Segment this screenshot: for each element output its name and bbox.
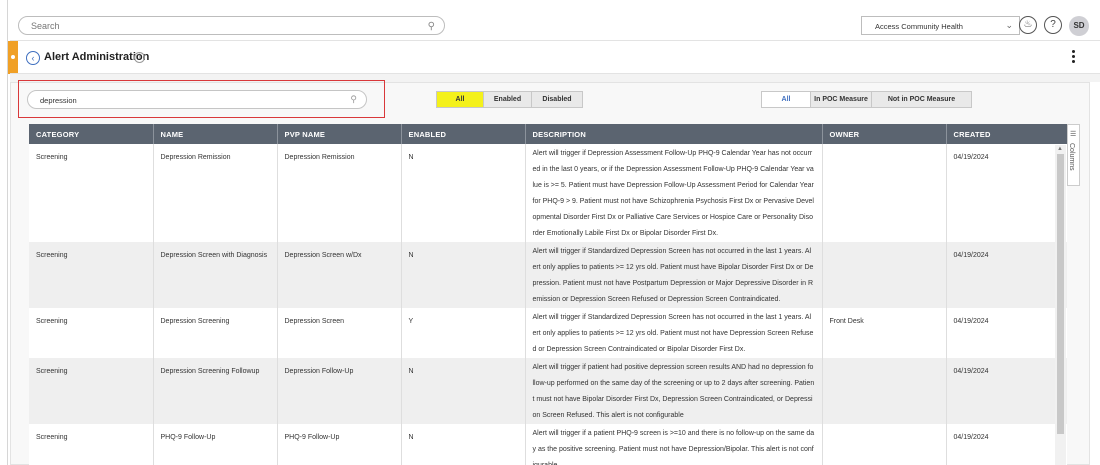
column-header-description[interactable]: DESCRIPTION <box>525 124 823 144</box>
status-enabled-button[interactable]: Enabled <box>484 92 532 107</box>
poc-all-button[interactable]: All <box>762 92 811 107</box>
column-header-enabled[interactable]: ENABLED <box>401 124 526 144</box>
cell-name: Depression Remission <box>153 144 278 242</box>
cell-created: 04/19/2024 <box>946 358 1067 424</box>
page-header: ‹ Alert Administration i <box>10 41 1100 74</box>
alert-search-input[interactable]: depression ⚲ <box>27 90 367 109</box>
column-header-owner[interactable]: OWNER <box>822 124 947 144</box>
cell-category: Screening <box>29 424 154 465</box>
avatar[interactable]: SD <box>1069 16 1089 36</box>
cell-name: Depression Screening <box>153 308 278 358</box>
cell-enabled: N <box>401 144 526 242</box>
cell-pvp-name: Depression Screen w/Dx <box>277 242 402 308</box>
poc-in-measure-button[interactable]: In POC Measure <box>811 92 872 107</box>
status-disabled-button[interactable]: Disabled <box>532 92 582 107</box>
help-symbol: ? <box>1050 19 1056 30</box>
columns-icon: ☰ <box>1070 131 1077 138</box>
cell-enabled: N <box>401 358 526 424</box>
column-header-pvp-name[interactable]: PVP NAME <box>277 124 402 144</box>
cell-description: Alert will trigger if patient had positi… <box>525 358 823 424</box>
cell-name: Depression Screening Followup <box>153 358 278 424</box>
cell-enabled: N <box>401 242 526 308</box>
search-icon[interactable]: ⚲ <box>350 94 357 105</box>
status-all-button[interactable]: All <box>437 92 484 107</box>
cell-created: 04/19/2024 <box>946 308 1067 358</box>
organization-value: Access Community Health <box>875 22 963 31</box>
columns-panel-toggle[interactable]: ☰ Columns <box>1067 124 1080 186</box>
cell-category: Screening <box>29 242 154 308</box>
table-header-row: CATEGORY NAME PVP NAME ENABLED DESCRIPTI… <box>29 124 1067 144</box>
cell-name: PHQ-9 Follow-Up <box>153 424 278 465</box>
cell-enabled: N <box>401 424 526 465</box>
cell-owner <box>822 144 947 242</box>
scroll-thumb[interactable] <box>1057 154 1064 434</box>
alerts-table: CATEGORY NAME PVP NAME ENABLED DESCRIPTI… <box>29 124 1067 465</box>
cell-description: Alert will trigger if Standardized Depre… <box>525 308 823 358</box>
more-options-icon[interactable] <box>1072 50 1076 65</box>
cell-pvp-name: Depression Remission <box>277 144 402 242</box>
poc-filter: All In POC Measure Not in POC Measure <box>761 91 972 108</box>
cell-name: Depression Screen with Diagnosis <box>153 242 278 308</box>
global-search-placeholder: Search <box>31 21 60 31</box>
table-row[interactable]: Screening Depression Screening Depressio… <box>29 308 1067 358</box>
cell-enabled: Y <box>401 308 526 358</box>
global-search-input[interactable]: Search ⚲ <box>18 16 445 35</box>
back-arrow-icon[interactable]: ‹ <box>26 51 40 65</box>
table-scrollbar[interactable]: ▲ <box>1055 145 1066 465</box>
table-row[interactable]: Screening Depression Remission Depressio… <box>29 144 1067 242</box>
cell-owner <box>822 242 947 308</box>
cell-pvp-name: Depression Follow-Up <box>277 358 402 424</box>
table-row[interactable]: Screening Depression Screening Followup … <box>29 358 1067 424</box>
cell-owner <box>822 358 947 424</box>
top-bar: Search ⚲ Access Community Health ⌄ ♨ ? S… <box>10 0 1100 41</box>
info-symbol: i <box>138 54 141 61</box>
cell-pvp-name: PHQ-9 Follow-Up <box>277 424 402 465</box>
cell-created: 04/19/2024 <box>946 242 1067 308</box>
user-initials: SD <box>1073 21 1085 30</box>
cell-category: Screening <box>29 144 154 242</box>
cell-category: Screening <box>29 308 154 358</box>
cell-description: Alert will trigger if Depression Assessm… <box>525 144 823 242</box>
info-icon[interactable]: i <box>134 52 145 63</box>
search-icon[interactable]: ⚲ <box>428 21 435 32</box>
column-header-created[interactable]: CREATED <box>946 124 1067 144</box>
left-edge <box>0 0 8 465</box>
table-row[interactable]: Screening Depression Screen with Diagnos… <box>29 242 1067 308</box>
scroll-up-icon[interactable]: ▲ <box>1057 146 1063 152</box>
cell-owner: Front Desk <box>822 308 947 358</box>
cell-created: 04/19/2024 <box>946 144 1067 242</box>
organization-select[interactable]: Access Community Health ⌄ <box>861 16 1020 35</box>
chevron-down-icon[interactable]: ⌄ <box>1005 20 1013 31</box>
table-row[interactable]: Screening PHQ-9 Follow-Up PHQ-9 Follow-U… <box>29 424 1067 465</box>
cell-category: Screening <box>29 358 154 424</box>
cell-pvp-name: Depression Screen <box>277 308 402 358</box>
bell-icon[interactable]: ♨ <box>1019 16 1037 34</box>
alert-search-value: depression <box>40 96 77 105</box>
column-header-category[interactable]: CATEGORY <box>29 124 154 144</box>
cell-created: 04/19/2024 <box>946 424 1067 465</box>
columns-label: Columns <box>1068 143 1075 171</box>
status-filter: All Enabled Disabled <box>436 91 583 108</box>
cell-owner <box>822 424 947 465</box>
column-header-name[interactable]: NAME <box>153 124 278 144</box>
poc-not-in-measure-button[interactable]: Not in POC Measure <box>872 92 971 107</box>
cell-description: Alert will trigger if a patient PHQ-9 sc… <box>525 424 823 465</box>
cell-description: Alert will trigger if Standardized Depre… <box>525 242 823 308</box>
help-icon[interactable]: ? <box>1044 16 1062 34</box>
